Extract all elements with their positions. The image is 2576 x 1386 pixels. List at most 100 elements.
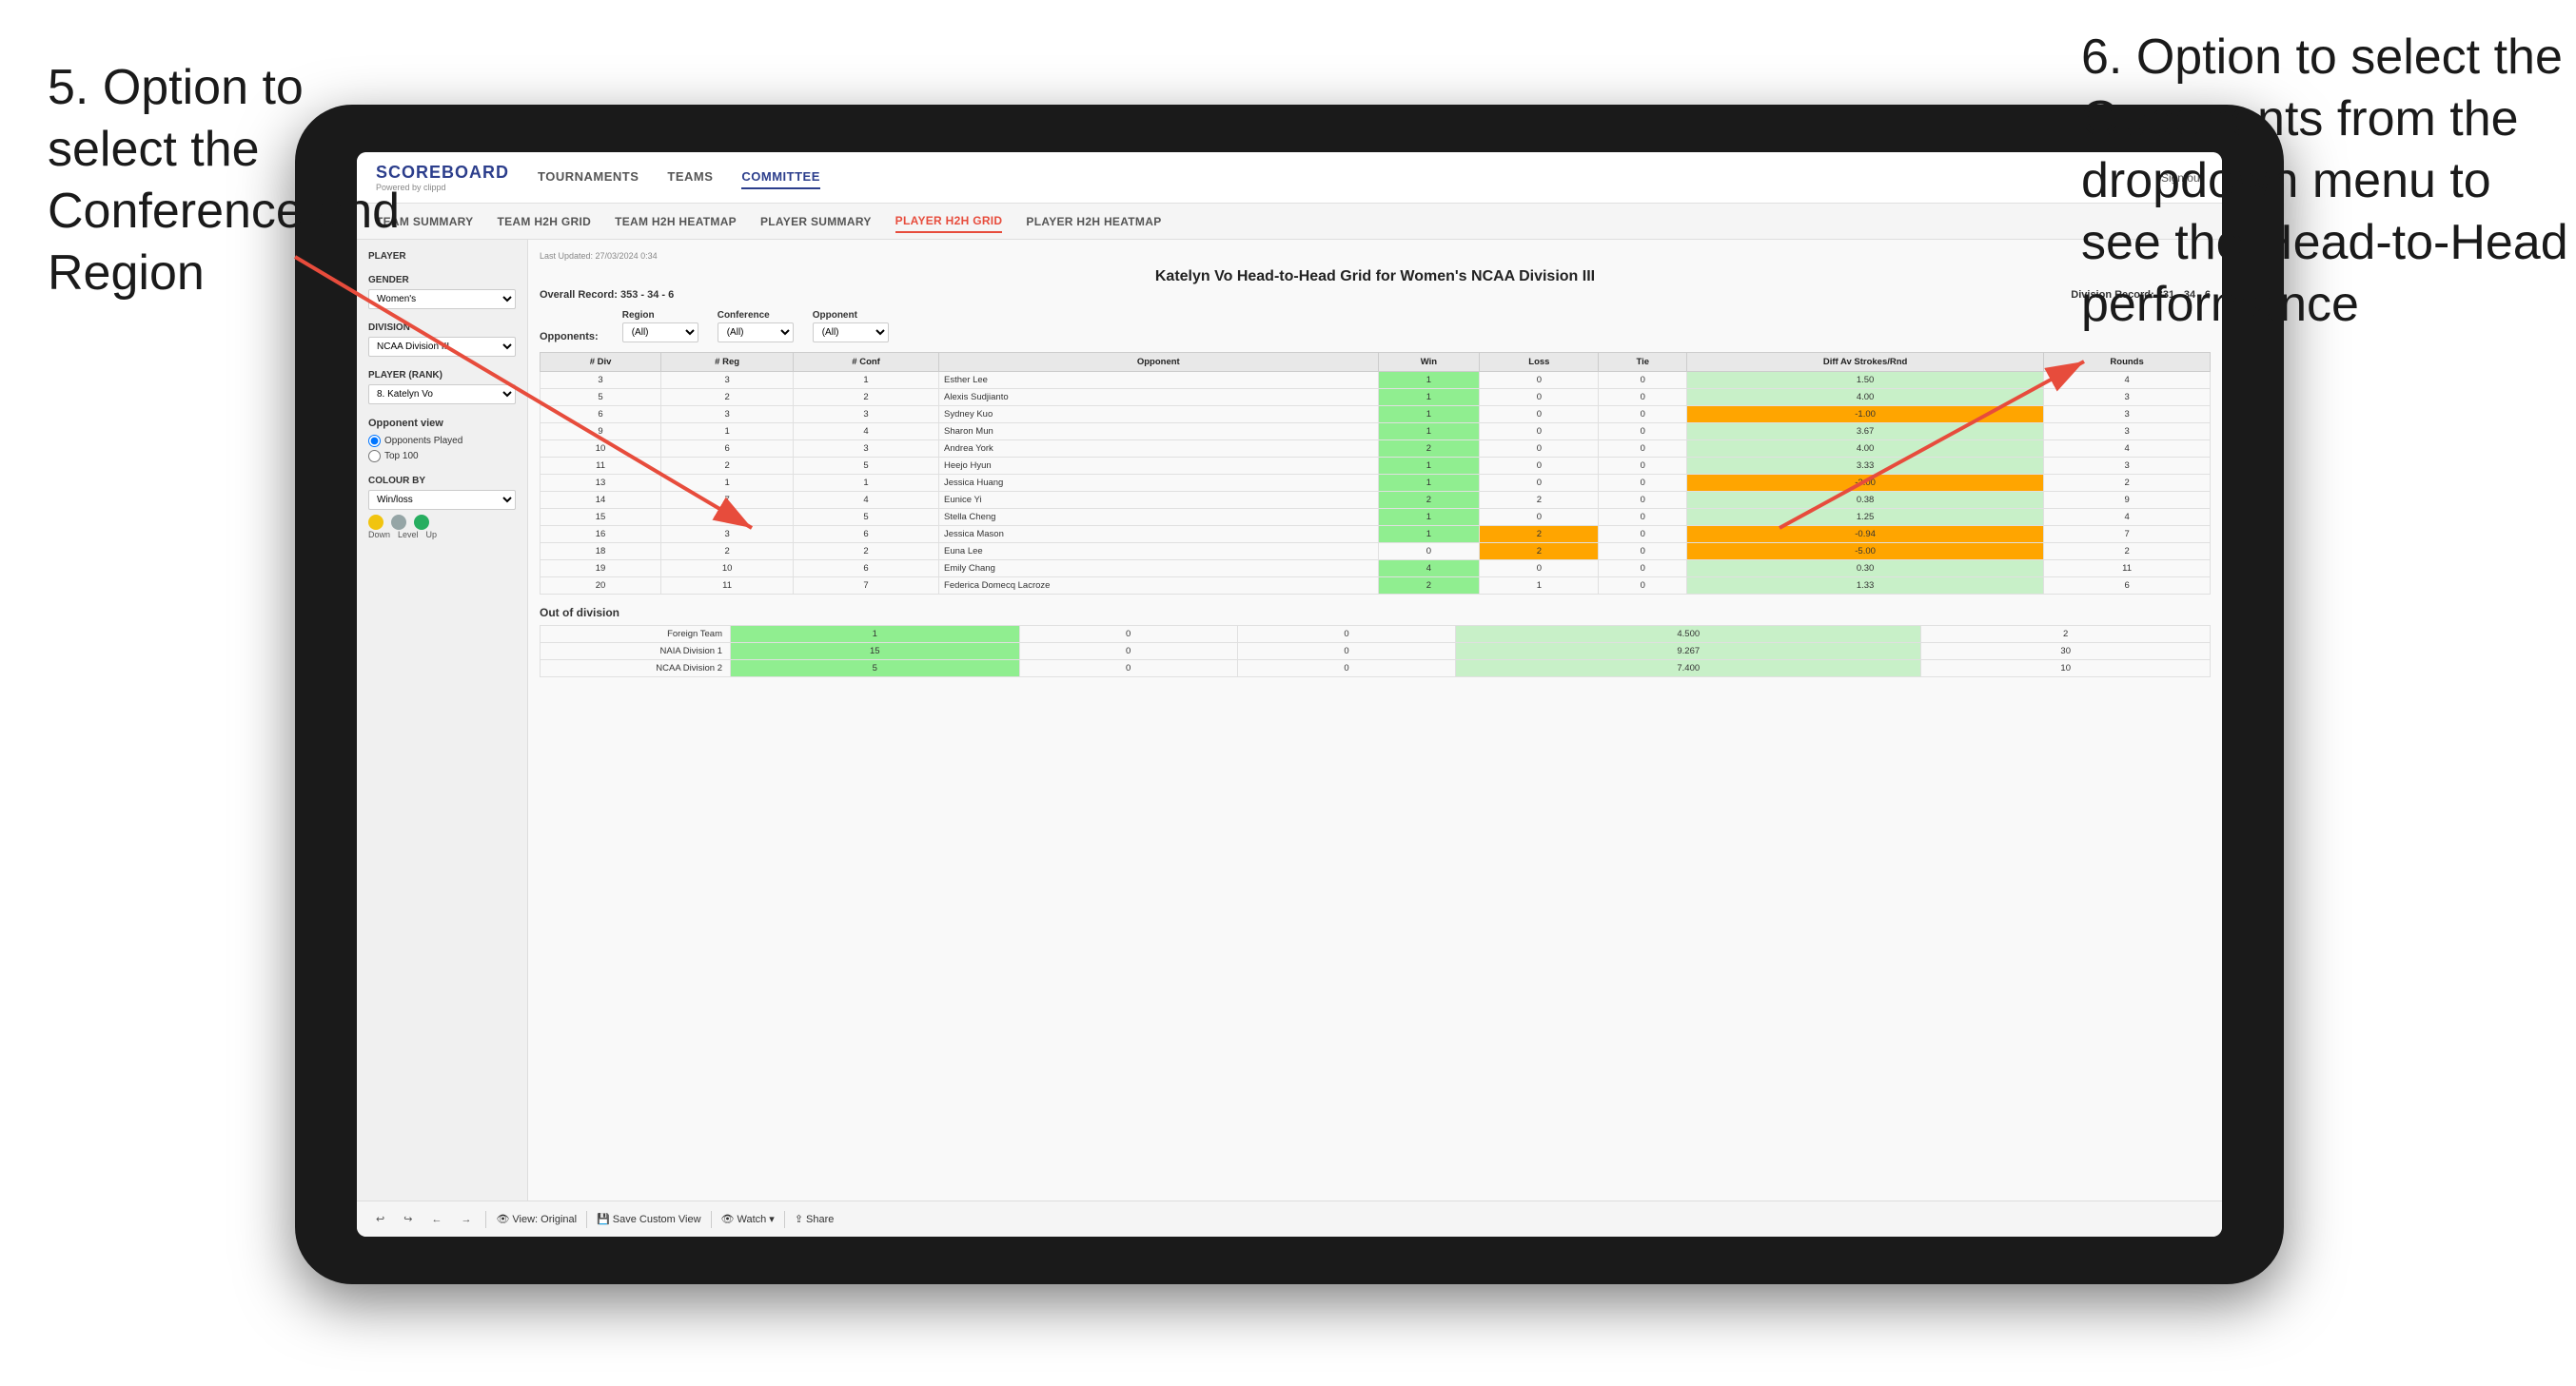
ood-cell-win: 5 [731,660,1020,677]
toolbar-divider-4 [784,1211,785,1228]
ood-table-row: NCAA Division 2 5 0 0 7.400 10 [541,660,2211,677]
col-diff: Diff Av Strokes/Rnd [1687,353,2044,372]
col-opponent: Opponent [939,353,1379,372]
last-updated: Last Updated: 27/03/2024 0:34 [540,251,2211,261]
cell-opponent: Jessica Mason [939,526,1379,543]
cell-reg: 7 [661,492,794,509]
redo-btn[interactable]: ↪ [399,1211,417,1227]
forward-btn[interactable]: → [456,1212,476,1227]
save-custom-view-btn[interactable]: 💾 Save Custom View [597,1213,700,1225]
cell-loss: 0 [1480,458,1599,475]
cell-tie: 0 [1599,560,1687,577]
cell-diff: 1.25 [1687,509,2044,526]
table-row: 11 2 5 Heejo Hyun 1 0 0 3.33 3 [541,458,2211,475]
cell-conf: 5 [794,509,939,526]
subnav-team-h2h-grid[interactable]: TEAM H2H GRID [497,211,591,232]
nav-teams[interactable]: TEAMS [667,166,713,189]
subnav-team-h2h-heatmap[interactable]: TEAM H2H HEATMAP [615,211,737,232]
toolbar-divider-1 [485,1211,486,1228]
cell-win: 1 [1378,526,1480,543]
cell-reg: 11 [661,577,794,595]
main-nav: TOURNAMENTS TEAMS COMMITTEE [538,166,2161,189]
conference-select[interactable]: (All) [718,322,794,342]
cell-diff: -3.00 [1687,475,2044,492]
cell-rounds: 3 [2044,406,2211,423]
share-btn[interactable]: ⇪ Share [795,1213,835,1225]
player-rank-select[interactable]: 8. Katelyn Vo [368,384,516,404]
bottom-toolbar: ↩ ↪ ← → 👁 View: Original 💾 Save Custom V… [357,1201,2222,1237]
table-row: 6 3 3 Sydney Kuo 1 0 0 -1.00 3 [541,406,2211,423]
colour-dot-yellow [368,515,383,530]
cell-opponent: Sydney Kuo [939,406,1379,423]
cell-div: 3 [541,372,661,389]
main-data-table: # Div # Reg # Conf Opponent Win Loss Tie… [540,352,2211,595]
cell-win: 0 [1378,543,1480,560]
radio-top100[interactable]: Top 100 [368,450,516,462]
cell-conf: 1 [794,372,939,389]
cell-tie: 0 [1599,389,1687,406]
cell-tie: 0 [1599,440,1687,458]
cell-div: 11 [541,458,661,475]
cell-loss: 0 [1480,440,1599,458]
overall-record: Overall Record: 353 - 34 - 6 [540,289,674,301]
cell-div: 13 [541,475,661,492]
radio-opponents-played[interactable]: Opponents Played [368,435,516,447]
cell-conf: 3 [794,440,939,458]
cell-conf: 6 [794,560,939,577]
opponent-select[interactable]: (All) [813,322,889,342]
ood-cell-rounds: 10 [1921,660,2211,677]
cell-reg: 8 [661,509,794,526]
ood-cell-name: NAIA Division 1 [541,643,731,660]
ood-table-row: Foreign Team 1 0 0 4.500 2 [541,626,2211,643]
colour-dots [368,515,516,530]
cell-reg: 2 [661,543,794,560]
back-btn[interactable]: ← [426,1212,446,1227]
cell-rounds: 9 [2044,492,2211,509]
ood-cell-diff: 4.500 [1456,626,1921,643]
cell-loss: 0 [1480,406,1599,423]
ood-cell-name: Foreign Team [541,626,731,643]
subnav-player-h2h-heatmap[interactable]: PLAYER H2H HEATMAP [1026,211,1161,232]
view-original-btn[interactable]: 👁 View: Original [496,1213,577,1225]
cell-opponent: Eunice Yi [939,492,1379,509]
cell-diff: 1.50 [1687,372,2044,389]
col-rounds: Rounds [2044,353,2211,372]
cell-win: 1 [1378,389,1480,406]
player-rank-label: Player (Rank) [368,370,516,381]
ood-cell-diff: 7.400 [1456,660,1921,677]
division-section: Division NCAA Division III [368,322,516,357]
subnav-player-h2h-grid[interactable]: PLAYER H2H GRID [895,210,1003,233]
cell-conf: 2 [794,543,939,560]
radio-opponents-played-input[interactable] [368,435,381,447]
nav-tournaments[interactable]: TOURNAMENTS [538,166,639,189]
cell-win: 1 [1378,475,1480,492]
opponent-view-label: Opponent view [368,418,516,429]
eye-icon: 👁 [496,1213,509,1225]
radio-top100-input[interactable] [368,450,381,462]
region-select[interactable]: (All) [622,322,698,342]
undo-btn[interactable]: ↩ [371,1211,389,1227]
cell-opponent: Stella Cheng [939,509,1379,526]
cell-reg: 2 [661,389,794,406]
colour-labels: Down Level Up [368,530,516,539]
save-icon: 💾 [597,1213,610,1225]
cell-rounds: 2 [2044,543,2211,560]
colour-select[interactable]: Win/loss [368,490,516,510]
table-row: 5 2 2 Alexis Sudjianto 1 0 0 4.00 3 [541,389,2211,406]
cell-win: 1 [1378,423,1480,440]
division-select[interactable]: NCAA Division III [368,337,516,357]
share-icon: ⇪ [795,1213,803,1225]
main-content: Player Gender Women's Division NCAA Divi… [357,240,2222,1201]
cell-div: 18 [541,543,661,560]
cell-loss: 0 [1480,509,1599,526]
cell-loss: 0 [1480,389,1599,406]
ood-cell-tie: 0 [1237,660,1455,677]
nav-committee[interactable]: COMMITTEE [741,166,820,189]
watch-btn[interactable]: 👁 Watch ▾ [721,1213,775,1225]
cell-opponent: Federica Domecq Lacroze [939,577,1379,595]
cell-reg: 3 [661,526,794,543]
colour-dot-gray [391,515,406,530]
player-rank-section: Player (Rank) 8. Katelyn Vo [368,370,516,404]
cell-reg: 3 [661,372,794,389]
subnav-player-summary[interactable]: PLAYER SUMMARY [760,211,872,232]
